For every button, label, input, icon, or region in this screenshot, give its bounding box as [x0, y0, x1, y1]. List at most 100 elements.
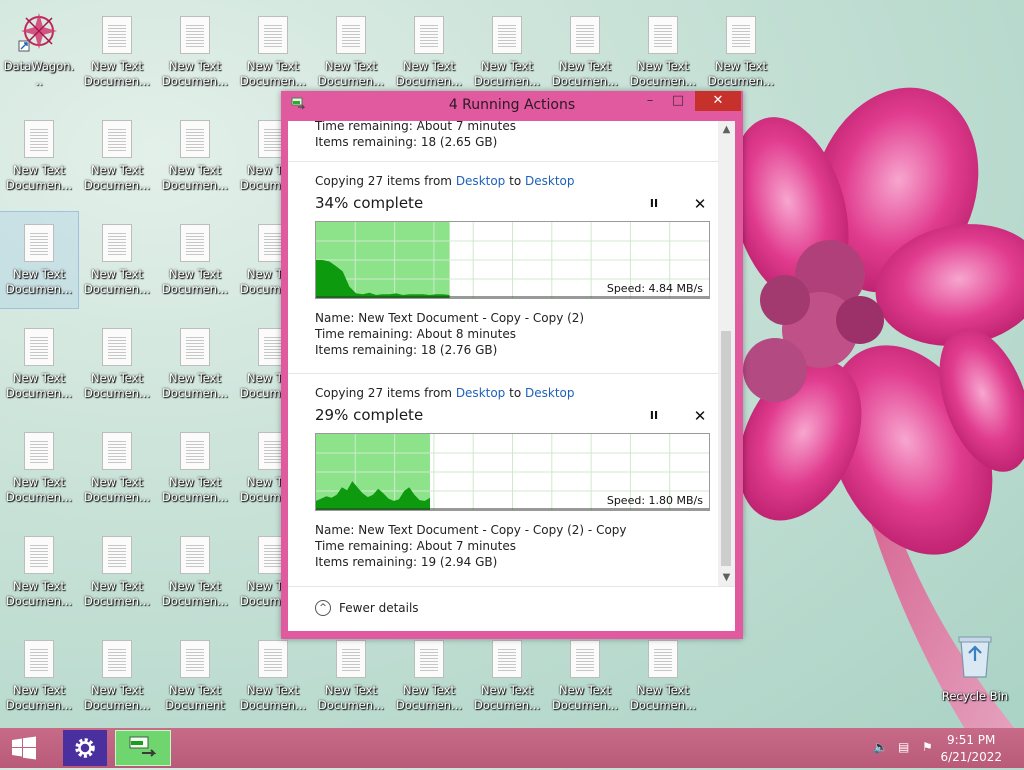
desktop-file-icon[interactable]: New Text Documen...	[234, 628, 312, 724]
desktop-file-icon[interactable]: New Text Documen...	[78, 108, 156, 204]
desktop-file-icon[interactable]: New Text Documen...	[78, 212, 156, 308]
items-remaining: Items remaining: 18 (2.76 GB)	[315, 343, 498, 357]
desktop-file-icon[interactable]: New Text Documen...	[702, 4, 780, 100]
scroll-thumb[interactable]	[721, 331, 731, 566]
desktop-file-icon[interactable]: New Text Documen...	[624, 4, 702, 100]
to-word: to	[505, 386, 525, 400]
desktop-file-icon[interactable]: New Text Documen...	[78, 628, 156, 724]
desktop-file-icon[interactable]: New Text Documen...	[78, 316, 156, 412]
text-document-icon	[492, 16, 522, 54]
scroll-up-arrow-icon[interactable]: ▲	[718, 121, 735, 138]
file-copy-taskbar-button[interactable]	[115, 730, 171, 766]
window-titlebar[interactable]: 4 Running Actions – □ ✕	[281, 91, 743, 121]
text-document-icon	[24, 432, 54, 470]
desktop-icon-label: New Text Documen...	[161, 475, 229, 504]
desktop-file-icon[interactable]: New Text Document	[156, 628, 234, 724]
desktop-icon-label: New Text Documen...	[161, 267, 229, 296]
recycle-bin-icon[interactable]: Recycle Bin	[940, 628, 1010, 708]
desktop-file-icon[interactable]: New Text Documen...	[0, 108, 78, 204]
text-document-icon	[24, 120, 54, 158]
desktop-file-icon[interactable]: New Text Documen...	[0, 211, 79, 309]
recycle-bin-graphic	[958, 636, 992, 678]
clock-date: 6/21/2022	[940, 750, 1002, 764]
system-clock[interactable]: 9:51 PM 6/21/2022	[940, 732, 1002, 766]
datawagon-app-icon	[18, 13, 57, 52]
desktop-file-icon[interactable]: New Text Documen...	[468, 4, 546, 100]
desktop-file-icon[interactable]: New Text Documen...	[624, 628, 702, 724]
text-document-icon	[24, 224, 54, 262]
desktop-file-icon[interactable]: New Text Documen...	[390, 628, 468, 724]
desktop-file-icon[interactable]: New Text Documen...	[0, 628, 78, 724]
text-document-icon	[102, 640, 132, 678]
desktop-icon-label: New Text Documen...	[5, 579, 73, 608]
fewer-details-button[interactable]: Fewer details	[339, 601, 419, 615]
copy-description: Copying 27 items from Desktop to Desktop	[315, 174, 575, 188]
desktop-file-icon[interactable]: New Text Documen...	[156, 420, 234, 516]
copy-window-icon	[129, 736, 157, 757]
text-document-icon	[258, 16, 288, 54]
cancel-button[interactable]: ✕	[692, 196, 708, 212]
desktop-file-icon[interactable]: New Text Documen...	[546, 628, 624, 724]
desktop-icon-label: New Text Documen...	[83, 163, 151, 192]
maximize-button[interactable]: □	[665, 91, 691, 111]
desktop-icon-label: New Text Documen...	[83, 267, 151, 296]
desktop-file-icon[interactable]: New Text Documen...	[546, 4, 624, 100]
desktop-icon-label: New Text Documen...	[83, 475, 151, 504]
desktop-file-icon[interactable]: New Text Documen...	[0, 316, 78, 412]
desktop-file-icon[interactable]: New Text Documen...	[78, 420, 156, 516]
desktop-icon-label: New Text Documen...	[161, 371, 229, 400]
desktop-file-icon[interactable]: New Text Documen...	[234, 4, 312, 100]
chevron-up-icon[interactable]: ^	[315, 600, 331, 616]
text-document-icon	[570, 640, 600, 678]
desktop-file-icon[interactable]: New Text Documen...	[468, 628, 546, 724]
gear-icon	[75, 738, 95, 758]
desktop-file-icon[interactable]: New Text Documen...	[312, 628, 390, 724]
action-center-flag-icon[interactable]: ⚑	[922, 740, 933, 754]
close-button[interactable]: ✕	[695, 91, 741, 111]
window-content: Time remaining: About 7 minutes Items re…	[288, 121, 735, 631]
copy-operation: Copying 27 items from Desktop to Desktop…	[288, 161, 718, 373]
source-link[interactable]: Desktop	[456, 386, 506, 400]
partial-time-remaining: Time remaining: About 7 minutes	[315, 121, 516, 133]
desktop-file-icon[interactable]: New Text Documen...	[390, 4, 468, 100]
desktop-file-icon[interactable]: New Text Documen...	[156, 108, 234, 204]
desktop-file-icon[interactable]: New Text Documen...	[78, 524, 156, 620]
desktop-icon-label: New Text Documen...	[317, 683, 385, 712]
datawagon-shortcut[interactable]: DataWagon...	[0, 4, 78, 100]
pause-button[interactable]: II	[646, 196, 662, 212]
desktop-icon-label: New Text Documen...	[473, 59, 541, 88]
minimize-button[interactable]: –	[637, 91, 663, 111]
desktop-file-icon[interactable]: New Text Documen...	[156, 316, 234, 412]
desktop-file-icon[interactable]: New Text Documen...	[0, 524, 78, 620]
desktop-file-icon[interactable]: New Text Documen...	[0, 420, 78, 516]
text-document-icon	[258, 640, 288, 678]
desktop-file-icon[interactable]: New Text Documen...	[156, 4, 234, 100]
desktop-file-icon[interactable]: New Text Documen...	[78, 4, 156, 100]
desktop-icon-label: New Text Documen...	[161, 163, 229, 192]
settings-taskbar-button[interactable]	[63, 730, 107, 766]
text-document-icon	[648, 640, 678, 678]
desktop-file-icon[interactable]: New Text Documen...	[156, 524, 234, 620]
windows-start-icon[interactable]	[10, 736, 38, 760]
clock-time: 9:51 PM	[947, 733, 996, 747]
text-document-icon	[102, 120, 132, 158]
volume-muted-icon[interactable]: 🔈	[873, 740, 888, 754]
vertical-scrollbar[interactable]: ▲ ▼	[718, 121, 735, 586]
scroll-down-arrow-icon[interactable]: ▼	[718, 569, 735, 586]
network-icon[interactable]: ▤	[898, 740, 909, 754]
pause-button[interactable]: II	[646, 408, 662, 424]
desktop-file-icon[interactable]: New Text Documen...	[156, 212, 234, 308]
percent-complete: 34% complete	[315, 194, 424, 212]
text-document-icon	[102, 16, 132, 54]
destination-link[interactable]: Desktop	[525, 386, 575, 400]
destination-link[interactable]: Desktop	[525, 174, 575, 188]
cancel-button[interactable]: ✕	[692, 408, 708, 424]
transfer-speed-graph: Speed: 1.80 MB/s	[315, 433, 710, 511]
desktop-file-icon[interactable]: New Text Documen...	[312, 4, 390, 100]
source-link[interactable]: Desktop	[456, 174, 506, 188]
text-document-icon	[726, 16, 756, 54]
desktop-icon-label: New Text Documen...	[317, 59, 385, 88]
desktop-icon-label: New Text Documen...	[5, 371, 73, 400]
copy-description: Copying 27 items from Desktop to Desktop	[315, 386, 575, 400]
desktop-icon-label: New Text Documen...	[395, 683, 463, 712]
